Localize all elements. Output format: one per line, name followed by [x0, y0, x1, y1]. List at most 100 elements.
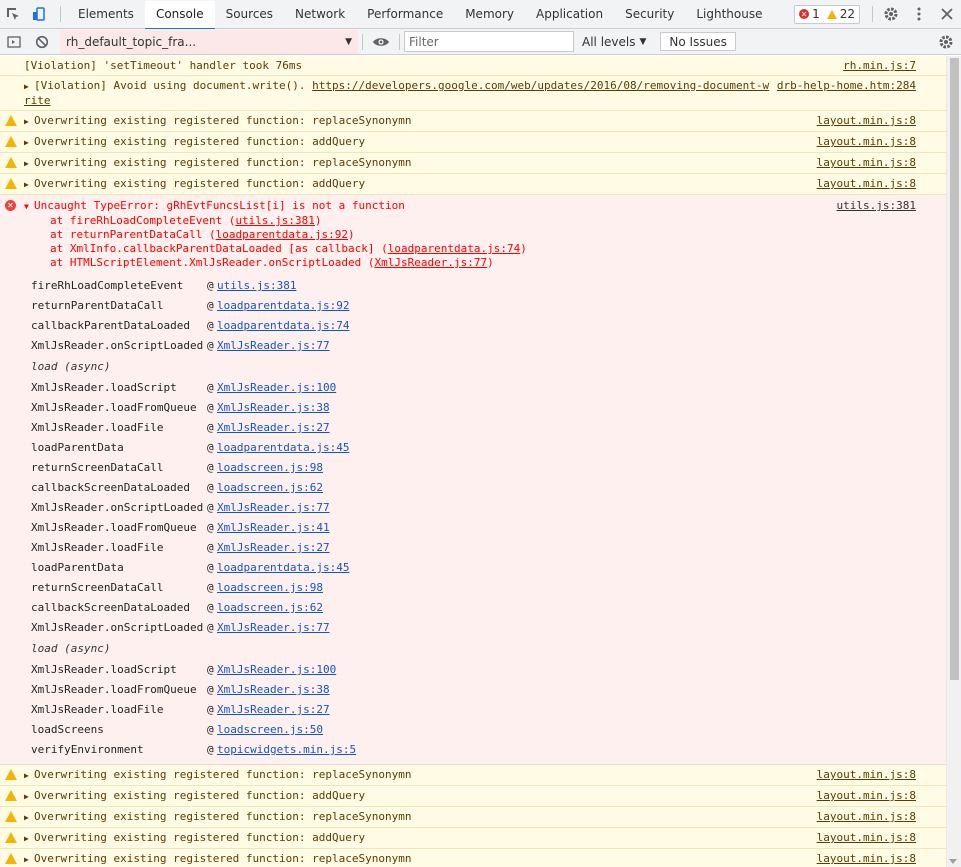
panel-tabs: Elements Console Sources Network Performance…	[67, 0, 774, 30]
issues-counter-button[interactable]: ✕ 1 22	[794, 4, 860, 24]
source-location-link[interactable]: XmlJsReader.js:100	[217, 663, 336, 677]
expand-triangle-icon[interactable]: ▶	[24, 115, 34, 129]
call-frame-row: loadParentData @ loadparentdata.js:45	[31, 438, 916, 458]
message-source-link[interactable]: layout.min.js:8	[817, 114, 916, 128]
separator	[872, 6, 873, 22]
tab-application[interactable]: Application	[525, 0, 614, 28]
warning-message: ▶ Overwriting existing registered functio…	[0, 111, 946, 132]
source-location-link[interactable]: XmlJsReader.js:41	[217, 521, 330, 535]
message-source-link[interactable]: drb-help-home.htm:284	[777, 79, 916, 93]
source-location-link[interactable]: XmlJsReader.js:100	[217, 381, 336, 395]
function-name: XmlJsReader.onScriptLoaded	[31, 501, 204, 514]
message-source-link[interactable]: layout.min.js:8	[817, 135, 916, 149]
stack-frame-link[interactable]: loadparentdata.js:74	[388, 242, 520, 255]
tab-security[interactable]: Security	[614, 0, 685, 28]
function-name: loadParentData	[31, 561, 124, 574]
source-location-link[interactable]: loadscreen.js:62	[217, 481, 323, 495]
at-symbol: @	[207, 461, 214, 474]
warning-icon	[5, 115, 17, 127]
message-source-link[interactable]: layout.min.js:8	[817, 177, 916, 191]
message-text: Overwriting existing registered function…	[34, 789, 366, 802]
expand-triangle-icon[interactable]: ▶	[24, 769, 34, 783]
stack-frame-link[interactable]: loadparentdata.js:92	[216, 228, 348, 241]
source-location-link[interactable]: XmlJsReader.js:27	[217, 541, 330, 555]
close-icon[interactable]	[933, 0, 961, 28]
call-frame-row: fireRhLoadCompleteEvent @ utils.js:381	[31, 276, 916, 296]
show-sidebar-icon[interactable]	[0, 29, 28, 55]
source-location-link[interactable]: loadparentdata.js:74	[217, 319, 349, 333]
expand-triangle-icon[interactable]: ▶	[24, 178, 34, 192]
expand-triangle-icon[interactable]: ▶	[24, 80, 34, 94]
stack-frame-link[interactable]: XmlJsReader.js:77	[375, 256, 488, 269]
message-source-link[interactable]: layout.min.js:8	[817, 831, 916, 845]
tab-console[interactable]: Console	[144, 0, 215, 30]
source-location-link[interactable]: XmlJsReader.js:27	[217, 421, 330, 435]
call-frame-row: XmlJsReader.loadFile @ XmlJsReader.js:27	[31, 538, 916, 558]
message-text: Overwriting existing registered function…	[34, 177, 366, 190]
filter-input[interactable]	[404, 31, 574, 52]
async-label: load (async)	[31, 360, 111, 373]
function-name: loadScreens	[31, 723, 104, 736]
message-source-link[interactable]: layout.min.js:8	[817, 852, 916, 866]
stack-frame-link[interactable]: utils.js:381	[235, 214, 314, 227]
console-settings-gear-icon[interactable]	[931, 29, 961, 55]
scroll-down-arrow-icon[interactable]	[949, 859, 957, 864]
tab-sources[interactable]: Sources	[215, 0, 284, 28]
source-location-link[interactable]: XmlJsReader.js:77	[217, 339, 330, 353]
source-location-link[interactable]: utils.js:381	[217, 279, 296, 293]
source-location-link[interactable]: loadscreen.js:98	[217, 581, 323, 595]
console-scrollbar[interactable]	[946, 56, 961, 867]
warning-icon	[5, 178, 17, 190]
error-source-link[interactable]: utils.js:381	[837, 199, 916, 213]
inspect-element-icon[interactable]	[0, 0, 26, 28]
message-source-link[interactable]: layout.min.js:8	[817, 810, 916, 824]
documentation-link-continued[interactable]: rite	[24, 94, 51, 107]
message-source-link[interactable]: rh.min.js:7	[843, 59, 916, 73]
source-location-link[interactable]: topicwidgets.min.js:5	[217, 743, 356, 757]
at-symbol: @	[207, 601, 214, 614]
documentation-link[interactable]: https://developers.google.com/web/update…	[312, 79, 769, 92]
source-location-link[interactable]: XmlJsReader.js:77	[217, 621, 330, 635]
expand-triangle-icon[interactable]: ▶	[24, 853, 34, 867]
message-source-link[interactable]: layout.min.js:8	[817, 789, 916, 803]
at-symbol: @	[207, 521, 214, 534]
live-expression-eye-icon[interactable]	[367, 29, 395, 55]
function-name: XmlJsReader.loadFile	[31, 703, 164, 716]
stack-frame-text: at fireRhLoadCompleteEvent (	[50, 214, 236, 227]
call-frame-row: callbackScreenDataLoaded @ loadscreen.js:6…	[31, 478, 916, 498]
source-location-link[interactable]: loadparentdata.js:92	[217, 299, 349, 313]
settings-gear-icon[interactable]	[877, 0, 905, 28]
warning-message: ▶ Overwriting existing registered functio…	[0, 786, 946, 807]
source-location-link[interactable]: XmlJsReader.js:77	[217, 501, 330, 515]
issues-button[interactable]: No Issues	[660, 32, 736, 51]
more-options-icon[interactable]	[905, 0, 933, 28]
source-location-link[interactable]: XmlJsReader.js:27	[217, 703, 330, 717]
source-location-link[interactable]: XmlJsReader.js:38	[217, 683, 330, 697]
expand-triangle-icon[interactable]: ▶	[24, 790, 34, 804]
source-location-link[interactable]: loadscreen.js:98	[217, 461, 323, 475]
tab-elements[interactable]: Elements	[67, 0, 145, 28]
message-source-link[interactable]: layout.min.js:8	[817, 768, 916, 782]
source-location-link[interactable]: loadparentdata.js:45	[217, 441, 349, 455]
source-location-link[interactable]: loadscreen.js:62	[217, 601, 323, 615]
source-location-link[interactable]: XmlJsReader.js:38	[217, 401, 330, 415]
tab-network[interactable]: Network	[284, 0, 356, 28]
tab-memory[interactable]: Memory	[454, 0, 525, 28]
source-location-link[interactable]: loadscreen.js:50	[217, 723, 323, 737]
source-location-link[interactable]: loadparentdata.js:45	[217, 561, 349, 575]
message-source-link[interactable]: layout.min.js:8	[817, 156, 916, 170]
expand-triangle-icon[interactable]: ▶	[24, 832, 34, 846]
scrollbar-thumb[interactable]	[950, 58, 959, 680]
log-levels-dropdown[interactable]: All levels ▼	[582, 35, 646, 49]
expand-triangle-icon[interactable]: ▶	[24, 811, 34, 825]
tab-performance[interactable]: Performance	[356, 0, 454, 28]
clear-console-icon[interactable]	[28, 29, 56, 55]
context-selector[interactable]: rh_default_topic_fra... ▼	[60, 29, 358, 54]
tab-lighthouse[interactable]: Lighthouse	[685, 0, 773, 28]
device-toolbar-icon[interactable]	[26, 0, 52, 28]
warning-message: ▶ Overwriting existing registered functio…	[0, 153, 946, 174]
at-symbol: @	[207, 381, 214, 394]
expand-triangle-icon[interactable]: ▼	[24, 200, 34, 214]
expand-triangle-icon[interactable]: ▶	[24, 157, 34, 171]
expand-triangle-icon[interactable]: ▶	[24, 136, 34, 150]
